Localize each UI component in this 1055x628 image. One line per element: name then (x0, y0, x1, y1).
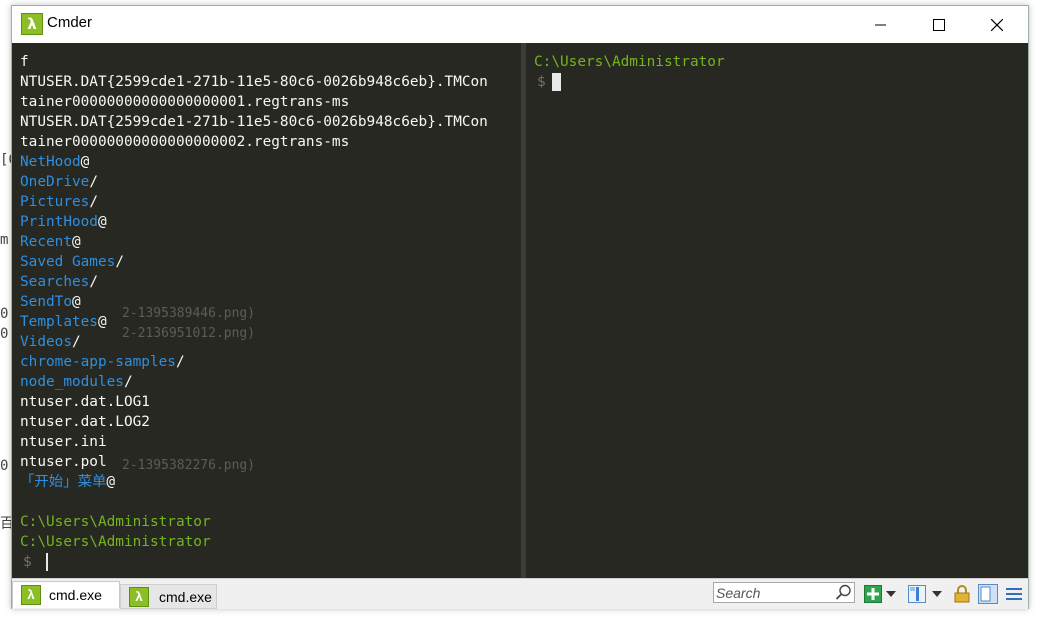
entry-name: chrome-app-samples (20, 354, 176, 370)
menu-icon (1006, 588, 1022, 600)
background-fragment: 0 (0, 458, 9, 474)
maximize-button[interactable] (910, 6, 968, 43)
console-output-line: f (20, 54, 29, 70)
console-output-entry: Saved Games/ (20, 252, 124, 272)
entry-name: Recent (20, 234, 72, 250)
tab-cmd-2[interactable]: λ cmd.exe (120, 584, 217, 609)
prompt-line[interactable]: $ (534, 72, 561, 92)
entry-name: 「开始」菜单 (20, 474, 107, 490)
prompt-symbol: $ (537, 74, 546, 90)
entry-name: Videos (20, 334, 72, 350)
console-output-entry: node_modules/ (20, 372, 133, 392)
prompt-path: C:\Users\Administrator (534, 54, 725, 70)
console-output-line: ntuser.dat.LOG1 (20, 394, 150, 410)
prompt-path: C:\Users\Administrator (20, 534, 211, 550)
background-fragment: 2-1395389446.png) (122, 306, 256, 321)
entry-suffix: / (89, 174, 98, 190)
entry-suffix: / (115, 254, 124, 270)
lambda-icon: λ (129, 586, 149, 607)
tab-cmd-1[interactable]: λ cmd.exe (12, 581, 120, 608)
prompt-path: C:\Users\Administrator (20, 514, 211, 530)
search-box[interactable] (713, 582, 855, 603)
background-fragment: 2-2136951012.png) (122, 326, 256, 341)
chevron-down-icon (932, 591, 942, 597)
close-icon (991, 18, 1003, 31)
entry-name: NetHood (20, 154, 81, 170)
entry-name: PrintHood (20, 214, 98, 230)
plus-icon (864, 585, 882, 603)
status-bar: λ cmd.exe λ cmd.exe (12, 578, 1028, 609)
entry-name: Searches (20, 274, 90, 290)
search-input[interactable] (716, 584, 834, 601)
console-output-entry: 「开始」菜单@ (20, 472, 115, 492)
lambda-icon: λ (21, 585, 41, 605)
split-view-icon (908, 585, 926, 603)
entry-suffix: @ (97, 314, 107, 330)
entry-name: Templates (20, 314, 98, 330)
search-icon[interactable] (835, 584, 852, 601)
background-fragment: 2-1395382276.png) (122, 458, 256, 473)
entry-name: OneDrive (20, 174, 90, 190)
split-view-dropdown[interactable] (930, 584, 944, 604)
close-button[interactable] (968, 6, 1026, 43)
console-output-line: ntuser.dat.LOG2 (20, 414, 150, 430)
new-console-dropdown[interactable] (884, 584, 898, 604)
entry-suffix: @ (71, 234, 81, 250)
console-pane-left[interactable]: f NTUSER.DAT{2599cde1-271b-11e5-80c6-0026… (12, 43, 521, 578)
lock-button[interactable] (952, 584, 972, 604)
entry-name: node_modules (20, 374, 124, 390)
tab-label: cmd.exe (159, 588, 212, 605)
text-cursor (45, 553, 48, 571)
console-pane-right[interactable]: C:\Users\Administrator $ (526, 43, 1028, 578)
window-title: Cmder (47, 14, 93, 31)
console-output-entry: chrome-app-samples/ (20, 352, 185, 372)
background-fragment: m (0, 232, 9, 248)
text-cursor (551, 73, 561, 91)
split-view-button[interactable] (907, 584, 927, 604)
entry-name: SendTo (20, 294, 72, 310)
console-output-entry: Recent@ (20, 232, 81, 252)
minimize-icon (875, 24, 886, 25)
console-output-entry: Videos/ (20, 332, 81, 352)
maximize-icon (933, 18, 945, 31)
entry-suffix: / (89, 194, 98, 210)
entry-name: Saved Games (20, 254, 116, 270)
background-fragment: 0 (0, 306, 9, 322)
console-output-line: tainer00000000000000000001.regtrans-ms (20, 94, 350, 110)
console-output-entry: PrintHood@ (20, 212, 107, 232)
console-output-line: tainer00000000000000000002.regtrans-ms (20, 134, 350, 150)
entry-suffix: / (71, 334, 81, 350)
entry-suffix: / (175, 354, 185, 370)
entry-suffix: @ (80, 154, 90, 170)
layout-button[interactable] (977, 584, 999, 604)
new-console-button[interactable] (863, 584, 883, 604)
entry-suffix: @ (106, 474, 116, 490)
menu-button[interactable] (1004, 584, 1024, 604)
console-output-line: NTUSER.DAT{2599cde1-271b-11e5-80c6-0026b… (20, 114, 488, 130)
console-output-line: ntuser.pol (20, 454, 107, 470)
background-fragment: 0 (0, 326, 9, 342)
entry-suffix: @ (97, 214, 107, 230)
entry-name: Pictures (20, 194, 90, 210)
prompt-line[interactable]: $ (20, 552, 48, 572)
console-output-entry: Searches/ (20, 272, 98, 292)
console-output-entry: Pictures/ (20, 192, 98, 212)
minimize-button[interactable] (852, 6, 910, 43)
console-output-entry: Templates@ (20, 312, 107, 332)
lock-icon (954, 585, 970, 603)
lambda-icon[interactable]: λ (21, 13, 43, 35)
console-output-line: NTUSER.DAT{2599cde1-271b-11e5-80c6-0026b… (20, 74, 488, 90)
entry-suffix: @ (71, 294, 81, 310)
entry-suffix: / (89, 274, 98, 290)
tab-label: cmd.exe (49, 587, 102, 603)
title-bar[interactable]: λ Cmder (12, 6, 1028, 43)
console-output-entry: SendTo@ (20, 292, 81, 312)
entry-suffix: / (123, 374, 133, 390)
prompt-symbol: $ (23, 554, 32, 570)
console-output-entry: OneDrive/ (20, 172, 98, 192)
layout-icon (978, 584, 998, 604)
console-output-entry: NetHood@ (20, 152, 89, 172)
console-output-line: ntuser.ini (20, 434, 107, 450)
chevron-down-icon (886, 591, 896, 597)
